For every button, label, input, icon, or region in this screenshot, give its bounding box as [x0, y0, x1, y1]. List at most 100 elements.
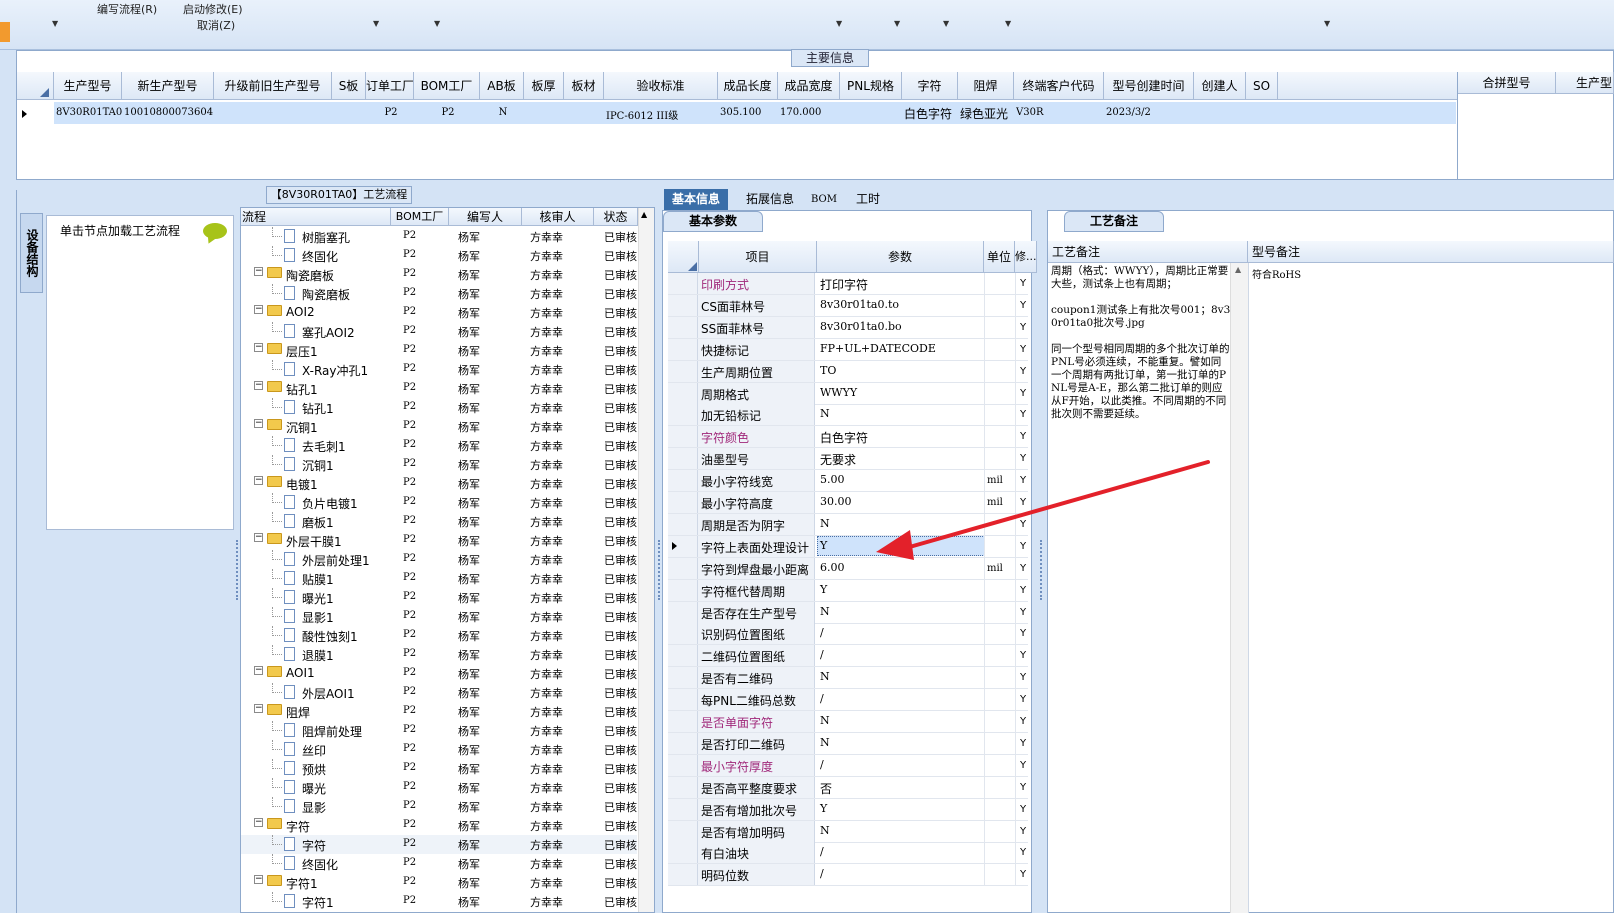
main-col-header[interactable]: S板 — [332, 72, 366, 100]
param-col-header[interactable]: 参数 — [817, 241, 984, 273]
param-row[interactable]: 明码位数 / Y — [668, 864, 1028, 887]
param-value[interactable]: / — [820, 626, 824, 639]
expand-toggle-icon[interactable]: − — [254, 704, 263, 713]
expand-toggle-icon[interactable]: − — [254, 419, 263, 428]
main-col-header[interactable]: 终端客户代码 — [1014, 72, 1104, 100]
tree-row[interactable]: 阻焊前处理 P2 杨军 方幸幸 已审核 — [241, 721, 637, 740]
tree-row[interactable]: 贴膜1 P2 杨军 方幸幸 已审核 — [241, 569, 637, 588]
expand-toggle-icon[interactable]: − — [254, 666, 263, 675]
scroll-up-icon[interactable]: ▲ — [1235, 265, 1241, 274]
main-col-header[interactable]: BOM工厂 — [414, 72, 480, 100]
expand-toggle-icon[interactable]: − — [254, 818, 263, 827]
main-col-header[interactable]: 板材 — [564, 72, 604, 100]
tree-row[interactable]: − 字符 P2 杨军 方幸幸 已审核 — [241, 816, 637, 835]
param-row[interactable]: 最小字符高度 30.00 mil Y — [668, 492, 1028, 514]
dropdown-caret-icon[interactable]: ▼ — [943, 19, 949, 28]
param-row[interactable]: 字符上表面处理设计 Y Y — [668, 535, 1028, 558]
merge-model-header[interactable]: 合拼型号 — [1458, 72, 1556, 94]
param-value[interactable]: FP+UL+DATECODE — [820, 342, 936, 355]
tree-row[interactable]: 显影1 P2 杨军 方幸幸 已审核 — [241, 607, 637, 626]
param-row[interactable]: 快捷标记 FP+UL+DATECODE Y — [668, 338, 1028, 361]
tree-row[interactable]: X-Ray冲孔1 P2 杨军 方幸幸 已审核 — [241, 360, 637, 379]
param-value[interactable]: 6.00 — [820, 561, 845, 574]
tree-row[interactable]: 终固化 P2 杨军 方幸幸 已审核 — [241, 246, 637, 265]
expand-toggle-icon[interactable]: − — [254, 305, 263, 314]
tree-row[interactable]: − 钻孔1 P2 杨军 方幸幸 已审核 — [241, 379, 637, 398]
remark-title[interactable]: 工艺备注 — [1064, 211, 1164, 232]
param-value[interactable]: N — [820, 407, 830, 420]
tab-work-hours[interactable]: 工时 — [848, 189, 888, 210]
param-value[interactable]: 5.00 — [820, 473, 845, 486]
param-col-header[interactable]: 单位 — [984, 241, 1015, 273]
tree-col-header[interactable]: BOM工厂 — [391, 208, 449, 226]
dropdown-caret-icon[interactable]: ▼ — [1005, 19, 1011, 28]
dropdown-caret-icon[interactable]: ▼ — [373, 19, 379, 28]
param-row[interactable]: 最小字符厚度 / Y — [668, 754, 1028, 777]
param-value[interactable]: 无要求 — [820, 451, 856, 468]
main-col-header[interactable]: 新生产型号 — [122, 72, 214, 100]
expand-toggle-icon[interactable]: − — [254, 267, 263, 276]
main-col-header[interactable]: 订单工厂 — [366, 72, 414, 100]
tree-row[interactable]: − AOI2 P2 杨军 方幸幸 已审核 — [241, 303, 637, 322]
tree-col-header[interactable]: 流程 — [241, 208, 391, 226]
tree-col-header[interactable]: 编写人 — [449, 208, 522, 226]
process-remark-header[interactable]: 工艺备注 — [1048, 241, 1248, 263]
dropdown-caret-icon[interactable]: ▼ — [836, 19, 842, 28]
param-row[interactable]: 生产周期位置 TO Y — [668, 360, 1028, 383]
param-value[interactable]: TO — [820, 364, 836, 377]
main-col-header[interactable]: 生产型号 — [54, 72, 122, 100]
tree-row[interactable]: 去毛刺1 P2 杨军 方幸幸 已审核 — [241, 436, 637, 455]
main-col-header[interactable]: 阻焊 — [958, 72, 1014, 100]
param-row[interactable]: 字符颜色 白色字符 Y — [668, 426, 1028, 449]
tree-row[interactable]: − AOI1 P2 杨军 方幸幸 已审核 — [241, 664, 637, 683]
tree-row[interactable]: 外层AOI1 P2 杨军 方幸幸 已审核 — [241, 683, 637, 702]
param-row[interactable]: 是否存在生产型号 N Y — [668, 601, 1028, 624]
write-flow-button[interactable]: 编写流程(R) — [97, 1, 157, 17]
dropdown-caret-icon[interactable]: ▼ — [1324, 19, 1330, 28]
main-col-header[interactable]: 板厚 — [524, 72, 564, 100]
param-row[interactable]: 每PNL二维码总数 / Y — [668, 689, 1028, 712]
param-row[interactable]: 字符到焊盘最小距离 6.00 mil Y — [668, 557, 1028, 580]
param-value[interactable]: / — [820, 692, 824, 705]
splitter-handle[interactable] — [236, 540, 239, 600]
param-value[interactable]: N — [820, 605, 830, 618]
tree-row[interactable]: − 电镀1 P2 杨军 方幸幸 已审核 — [241, 474, 637, 493]
cancel-button[interactable]: 取消(Z) — [197, 17, 235, 33]
param-value[interactable]: / — [820, 758, 824, 771]
model-remark-header[interactable]: 型号备注 — [1248, 241, 1614, 263]
main-col-header[interactable]: AB板 — [480, 72, 524, 100]
param-row[interactable]: 有白油块 / Y — [668, 842, 1028, 865]
tree-row[interactable]: 退膜1 P2 杨军 方幸幸 已审核 — [241, 645, 637, 664]
tree-row[interactable]: 塞孔AOI2 P2 杨军 方幸幸 已审核 — [241, 322, 637, 341]
tree-row[interactable]: 曝光 P2 杨军 方幸幸 已审核 — [241, 778, 637, 797]
tree-row[interactable]: − 沉铜1 P2 杨军 方幸幸 已审核 — [241, 417, 637, 436]
main-col-header[interactable]: PNL规格 — [840, 72, 902, 100]
start-modify-button[interactable]: 启动修改(E) — [183, 1, 243, 17]
param-value[interactable]: 白色字符 — [820, 429, 868, 446]
tree-row[interactable]: 终固化 P2 杨军 方幸幸 已审核 — [241, 854, 637, 873]
param-row[interactable]: 油墨型号 无要求 Y — [668, 448, 1028, 471]
tree-row[interactable]: 曝光1 P2 杨军 方幸幸 已审核 — [241, 588, 637, 607]
tree-row[interactable]: 字符 P2 杨军 方幸幸 已审核 — [241, 835, 637, 854]
param-row[interactable]: 识别码位置图纸 / Y — [668, 623, 1028, 646]
param-value[interactable]: 8v30r01ta0.bo — [820, 320, 902, 333]
param-value[interactable]: Y — [820, 802, 827, 815]
tree-row[interactable]: − 陶瓷磨板 P2 杨军 方幸幸 已审核 — [241, 265, 637, 284]
tree-row[interactable]: 预烘 P2 杨军 方幸幸 已审核 — [241, 759, 637, 778]
param-value[interactable]: 打印字符 — [820, 276, 868, 293]
basic-params-title[interactable]: 基本参数 — [663, 211, 763, 232]
main-col-header[interactable]: 成品长度 — [718, 72, 778, 100]
expand-toggle-icon[interactable]: − — [254, 343, 263, 352]
tree-row[interactable]: 丝印 P2 杨军 方幸幸 已审核 — [241, 740, 637, 759]
param-row[interactable]: 是否高平整度要求 否 Y — [668, 776, 1028, 799]
param-value[interactable]: / — [820, 648, 824, 661]
tree-row[interactable]: 外层前处理1 P2 杨军 方幸幸 已审核 — [241, 550, 637, 569]
expand-toggle-icon[interactable]: − — [254, 533, 263, 542]
param-value[interactable]: 30.00 — [820, 495, 852, 508]
param-row[interactable]: 周期是否为阴字 N Y — [668, 513, 1028, 536]
expand-toggle-icon[interactable]: − — [254, 875, 263, 884]
param-value[interactable]: 8v30r01ta0.to — [820, 298, 899, 311]
param-row[interactable]: 最小字符线宽 5.00 mil Y — [668, 470, 1028, 493]
nav-tree-list[interactable] — [46, 215, 234, 530]
tree-row[interactable]: 树脂塞孔 P2 杨军 方幸幸 已审核 — [241, 227, 637, 246]
